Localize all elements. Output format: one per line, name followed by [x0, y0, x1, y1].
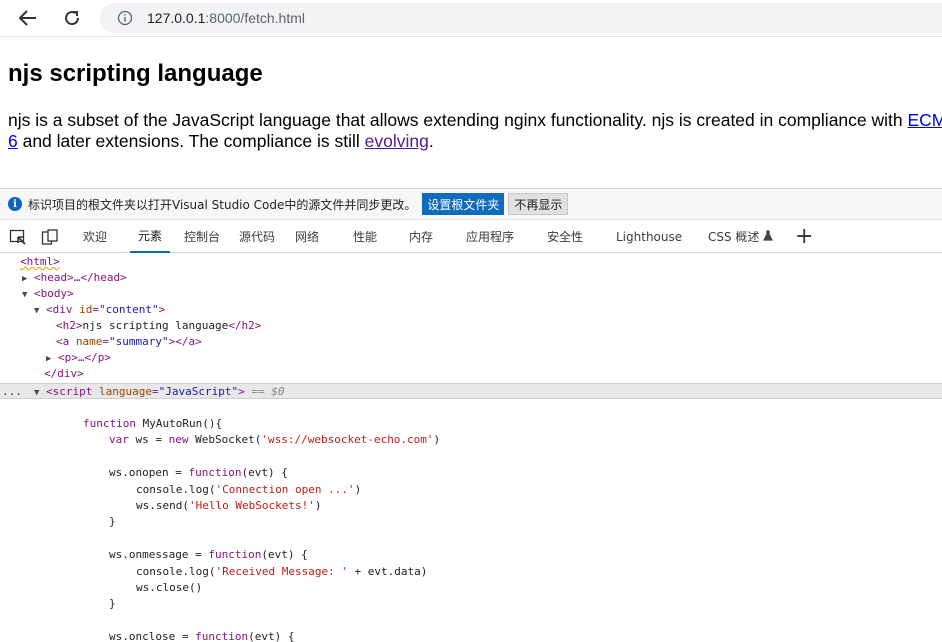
collapse-triangle-icon[interactable]: ▼	[22, 287, 34, 303]
tab-sources[interactable]: 源代码	[239, 220, 275, 253]
page-content: njs scripting language njs is a subset o…	[0, 38, 942, 188]
expand-triangle-icon[interactable]: ▶	[46, 351, 58, 367]
code-line-6: }	[109, 515, 116, 528]
node-actions-ellipsis[interactable]: ...	[2, 384, 22, 400]
dom-p-tag: <p>…</p>	[58, 351, 111, 364]
url-host: 127.0.0.1	[147, 10, 206, 26]
dom-h2-open: <h2>	[56, 319, 83, 332]
dom-div-attr: id	[79, 303, 93, 316]
dom-node-h2[interactable]: <h2>njs scripting language</h2>	[0, 318, 942, 334]
info-icon: i	[8, 197, 22, 211]
tab-elements[interactable]: 元素	[130, 220, 171, 253]
dom-div-val: "content"	[99, 303, 159, 316]
page-paragraph: njs is a subset of the JavaScript langua…	[8, 110, 942, 152]
code-line-3: ws.onopen = function(evt) {	[109, 466, 288, 479]
code-line-11: ws.onclose = function(evt) {	[109, 630, 295, 642]
dom-h2-close: </h2>	[228, 319, 262, 332]
code-line-1: function MyAutoRun(){	[83, 417, 223, 430]
dom-div-tag: <div	[46, 303, 73, 316]
address-bar[interactable]: 127.0.0.1:8000/fetch.html	[100, 3, 942, 33]
elements-panel: <html> ▶ <head>…</head> ▼ <body> ▼ <div id=…	[0, 254, 942, 642]
url-path: :8000/fetch.html	[205, 10, 306, 26]
dom-node-html[interactable]: <html>	[0, 254, 942, 270]
dom-a-close: ></a>	[168, 335, 202, 348]
tab-network[interactable]: 网络	[295, 220, 319, 253]
dom-node-head[interactable]: ▶ <head>…</head>	[0, 270, 942, 286]
experiment-flask-icon	[763, 229, 774, 244]
devtools-tab-strip: 欢迎 元素 控制台 源代码 网络 性能 内存 应用程序 安全性 Lighthou…	[0, 220, 942, 253]
tab-welcome[interactable]: 欢迎	[83, 220, 107, 253]
url-text: 127.0.0.1:8000/fetch.html	[147, 10, 305, 26]
code-line-8: console.log('Received Message: ' + evt.d…	[136, 565, 428, 578]
dom-h2-text: njs scripting language	[82, 319, 229, 332]
paragraph-text-1: njs is a subset of the JavaScript langua…	[8, 110, 908, 130]
more-tools-plus-icon[interactable]: +	[795, 224, 813, 249]
collapse-triangle-icon[interactable]: ▼	[34, 385, 46, 401]
back-arrow-icon	[19, 10, 37, 26]
expand-triangle-icon[interactable]: ▶	[22, 271, 34, 287]
link-ecma-6[interactable]: 6	[8, 131, 18, 151]
set-root-folder-button[interactable]: 设置根文件夹	[422, 193, 505, 215]
dom-div-close: </div>	[44, 367, 84, 380]
browser-toolbar: 127.0.0.1:8000/fetch.html	[0, 0, 942, 37]
back-button[interactable]	[13, 4, 43, 32]
dom-node-div[interactable]: ▼ <div id="content">	[0, 302, 942, 318]
inspect-element-icon[interactable]	[8, 227, 28, 247]
tab-css-overview-label: CSS 概述	[708, 230, 760, 244]
dom-script-attr: language	[98, 385, 152, 398]
dom-body-tag: <body>	[34, 287, 74, 300]
dom-node-script-selected[interactable]: ... ▼ <script language="JavaScript"> == $0	[0, 383, 942, 399]
dom-script-open: <script	[46, 385, 93, 398]
dom-node-a[interactable]: <a name="summary"></a>	[0, 334, 942, 350]
dom-node-body[interactable]: ▼ <body>	[0, 286, 942, 302]
dom-a-val: "summary"	[109, 335, 169, 348]
refresh-icon	[63, 9, 81, 27]
notification-message: 标识项目的根文件夹以打开Visual Studio Code中的源文件并同步更改…	[28, 197, 417, 212]
devtools-notification-bar: i 标识项目的根文件夹以打开Visual Studio Code中的源文件并同步…	[0, 188, 942, 220]
device-emulation-icon[interactable]	[40, 227, 60, 247]
dom-script-val: "JavaScript"	[158, 385, 239, 398]
code-line-2: var ws = new WebSocket('wss://websocket-…	[109, 433, 441, 446]
dom-html-tag: <html>	[20, 255, 60, 268]
link-evolving[interactable]: evolving	[365, 131, 429, 151]
selected-marker: == $0	[251, 385, 285, 398]
code-line-9: ws.close()	[136, 581, 203, 594]
refresh-button[interactable]	[57, 4, 87, 32]
tab-performance[interactable]: 性能	[353, 220, 377, 253]
dom-node-p[interactable]: ▶ <p>…</p>	[0, 350, 942, 366]
tab-console[interactable]: 控制台	[184, 220, 220, 253]
dom-a-attr: name	[75, 335, 103, 348]
tab-security[interactable]: 安全性	[547, 220, 583, 253]
tab-lighthouse[interactable]: Lighthouse	[616, 220, 682, 253]
site-info-icon[interactable]	[117, 10, 133, 26]
code-line-10: }	[109, 597, 116, 610]
page-heading: njs scripting language	[8, 60, 263, 87]
code-line-5: ws.send('Hello WebSockets!')	[136, 499, 322, 512]
tab-application[interactable]: 应用程序	[466, 220, 514, 253]
paragraph-text-2: and later extensions. The compliance is …	[17, 131, 365, 151]
dont-show-again-button[interactable]: 不再显示	[508, 193, 569, 215]
tab-memory[interactable]: 内存	[409, 220, 433, 253]
paragraph-end: .	[428, 131, 434, 151]
link-ecma[interactable]: ECMA	[907, 110, 942, 130]
dom-head-tag: <head>…</head>	[34, 271, 127, 284]
dom-script-gt: >	[238, 385, 245, 398]
dom-node-div-close[interactable]: </div>	[0, 366, 942, 382]
code-line-7: ws.onmessage = function(evt) {	[109, 548, 308, 561]
dom-a-open: <a	[56, 335, 70, 348]
collapse-triangle-icon[interactable]: ▼	[34, 303, 46, 319]
code-line-4: console.log('Connection open ...')	[136, 483, 362, 496]
tab-css-overview[interactable]: CSS 概述	[708, 220, 774, 253]
